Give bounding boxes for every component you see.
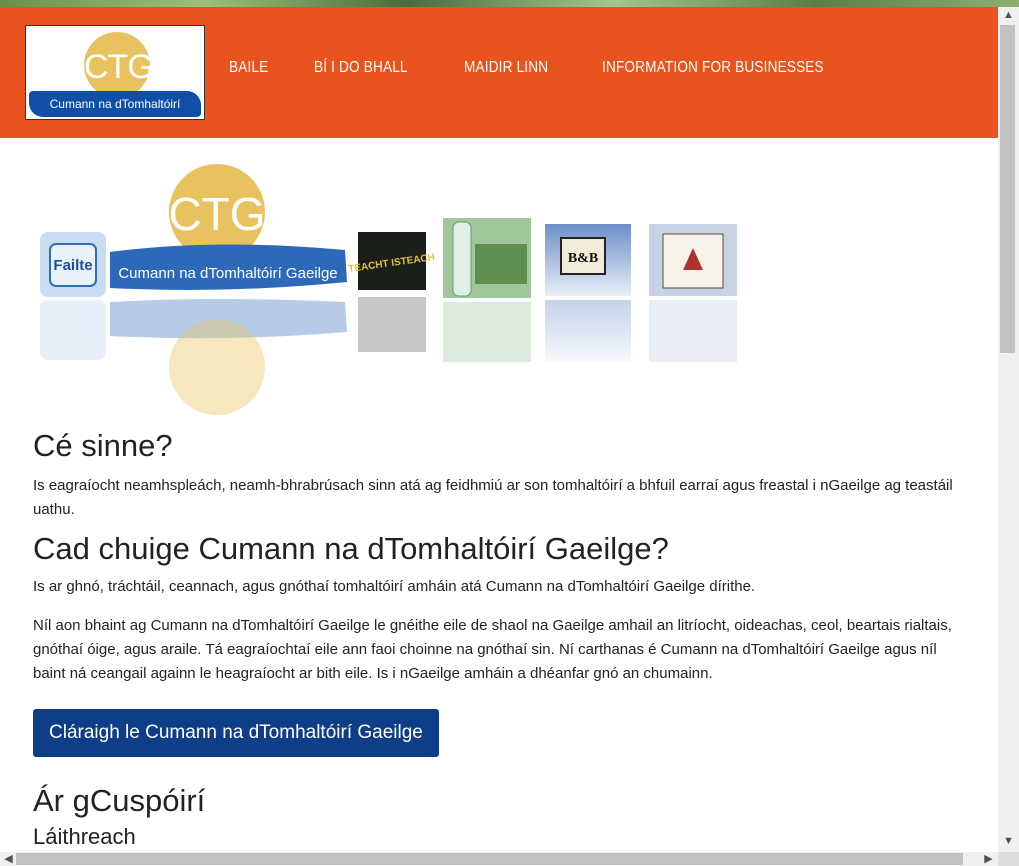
scroll-left-arrow-icon[interactable]: ◀ xyxy=(0,852,17,865)
vertical-scrollbar[interactable]: ▲ ▼ xyxy=(998,7,1019,852)
teacht-isteach-sign-image: TEACHT ISTEACH xyxy=(348,232,436,352)
site-logo[interactable]: CTG Cumann na dTomhaltóirí Gaeilge xyxy=(25,25,205,120)
scrollbar-corner xyxy=(998,852,1019,866)
why-text-1: Is ar ghnó, tráchtáil, ceannach, agus gn… xyxy=(33,578,756,595)
main-nav: BAILE BÍ I DO BHALL MAIDIR LINN INFORMAT… xyxy=(229,59,902,77)
banner-org-name: Cumann na dTomhaltóirí Gaeilge xyxy=(118,265,337,282)
register-button[interactable]: Cláraigh le Cumann na dTomhaltóirí Gaeil… xyxy=(33,709,439,757)
banner-ctg-mark: CTG xyxy=(168,188,265,240)
failte-water-image: Failte xyxy=(40,232,106,360)
who-heading: Cé sinne? xyxy=(33,428,173,463)
logo-org-name: Cumann na dTomhaltóirí Gaeilge xyxy=(29,91,201,117)
scroll-down-arrow-icon[interactable]: ▼ xyxy=(1000,835,1017,847)
who-text: Is eagraíocht neamhspleách, neamh-bhrabr… xyxy=(33,477,953,518)
banner-collage: Failte CTG Cumann na dTomhaltóirí Gaeilg… xyxy=(40,164,737,415)
top-image-strip xyxy=(0,0,1019,7)
aims-subheading: Láithreach xyxy=(33,824,136,849)
ctg-big-logo: CTG Cumann na dTomhaltóirí Gaeilge xyxy=(110,164,347,415)
horizontal-scrollbar[interactable]: ◀ ▶ xyxy=(0,852,998,866)
why-heading: Cad chuige Cumann na dTomhaltóirí Gaeilg… xyxy=(33,531,669,566)
site-header: CTG Cumann na dTomhaltóirí Gaeilge BAILE… xyxy=(0,7,998,138)
fior-uisce-bottle-image xyxy=(443,218,531,362)
page-viewport: CTG Cumann na dTomhaltóirí Gaeilge BAILE… xyxy=(0,7,998,852)
why-text-2: Níl aon bhaint ag Cumann na dTomhaltóirí… xyxy=(33,617,952,682)
bnb-sign-image: B&B xyxy=(545,224,631,362)
nav-item-about[interactable]: MAIDIR LINN xyxy=(464,59,548,77)
horizontal-scroll-thumb[interactable] xyxy=(16,853,963,865)
hotel-sign-image xyxy=(649,224,737,362)
scroll-right-arrow-icon[interactable]: ▶ xyxy=(980,852,997,865)
scroll-up-arrow-icon[interactable]: ▲ xyxy=(1000,9,1017,21)
bnb-label: B&B xyxy=(568,251,598,266)
failte-label: Failte xyxy=(53,257,92,274)
nav-item-join[interactable]: BÍ I DO BHALL xyxy=(314,59,408,77)
nav-item-home[interactable]: BAILE xyxy=(229,59,268,77)
aims-heading: Ár gCuspóirí xyxy=(33,783,206,818)
vertical-scroll-thumb[interactable] xyxy=(1000,25,1015,353)
nav-item-businesses[interactable]: INFORMATION FOR BUSINESSES xyxy=(602,59,824,77)
main-content: Cé sinne? Is eagraíocht neamhspleách, ne… xyxy=(33,422,963,852)
logo-mark: CTG xyxy=(84,48,154,86)
